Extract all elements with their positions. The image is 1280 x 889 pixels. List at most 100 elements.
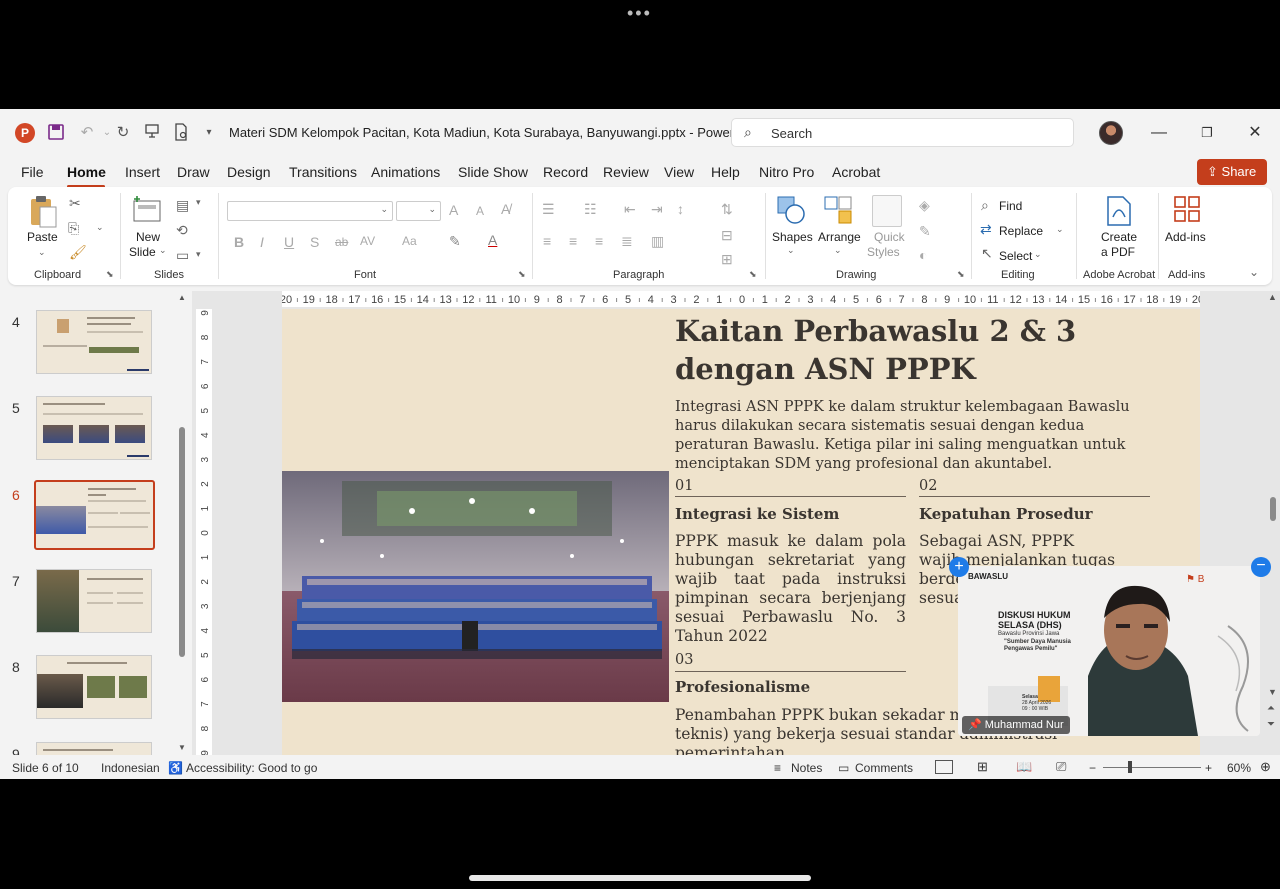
notes-icon[interactable]: ≡ (774, 761, 781, 775)
tab-home[interactable]: Home (67, 164, 106, 180)
find-button[interactable]: Find (999, 199, 1022, 213)
paste-button[interactable]: Paste (27, 230, 58, 244)
shapes-button[interactable]: Shapes (772, 230, 813, 244)
item-body[interactable]: PPPK masuk ke dalam pola hubungan sekret… (675, 532, 906, 646)
tab-transitions[interactable]: Transitions (289, 164, 357, 180)
font-family-select[interactable]: ⌄ (227, 201, 393, 221)
redo-icon[interactable]: ↻ (113, 123, 133, 143)
slide-thumbnail-8[interactable] (36, 655, 152, 719)
fit-to-window-icon[interactable]: ⊕ (1260, 759, 1271, 775)
strikethrough-icon[interactable]: ab (335, 235, 348, 249)
tab-review[interactable]: Review (603, 164, 649, 180)
replace-button[interactable]: Replace (999, 224, 1043, 238)
italic-icon[interactable]: I (260, 234, 264, 250)
layout-icon[interactable]: ▤ (176, 197, 189, 214)
account-avatar[interactable] (1099, 121, 1123, 145)
text-direction-icon[interactable]: ⇅ (721, 201, 733, 218)
bullets-icon[interactable]: ☰ (542, 201, 555, 218)
format-painter-icon[interactable]: 🖌 (69, 244, 87, 261)
slide-sorter-icon[interactable]: ⊞ (977, 759, 988, 775)
quick-styles-label-2[interactable]: Styles (867, 245, 900, 259)
new-slide-label-2[interactable]: Slide (129, 245, 156, 259)
add-ins-button[interactable]: Add-ins (1165, 230, 1206, 244)
previous-slide-icon[interactable]: ⏶ (1267, 703, 1275, 714)
save-icon[interactable] (46, 123, 66, 143)
highlight-icon[interactable]: ✎ (449, 233, 461, 250)
zoom-in-icon[interactable]: + (1205, 761, 1212, 775)
present-icon[interactable] (142, 123, 162, 143)
slide-show-icon[interactable]: ⎚ (1056, 759, 1066, 775)
tab-acrobat[interactable]: Acrobat (832, 164, 880, 180)
clear-formatting-icon[interactable]: A̸ (501, 201, 510, 217)
item-heading[interactable]: Kepatuhan Prosedur (919, 505, 1093, 523)
clipboard-launcher-icon[interactable]: ⬊ (106, 269, 114, 280)
shrink-font-icon[interactable]: A (476, 204, 484, 218)
accessibility-status[interactable]: Accessibility: Good to go (186, 761, 317, 775)
tab-nitro-pro[interactable]: Nitro Pro (759, 164, 814, 180)
canvas-scrollbar[interactable]: ▲ ▼ ⏶ ⏷ (1266, 291, 1280, 755)
select-button[interactable]: Select (999, 249, 1032, 263)
notes-button[interactable]: Notes (791, 761, 822, 775)
section-dropdown-icon[interactable]: ▾ (196, 249, 201, 260)
section-icon[interactable]: ▭ (176, 247, 189, 264)
slide-thumbnail-4[interactable] (36, 310, 152, 374)
shape-effects-icon[interactable]: ◐ (919, 247, 927, 263)
tab-design[interactable]: Design (227, 164, 271, 180)
arrange-button[interactable]: Arrange (818, 230, 861, 244)
create-pdf-label-2[interactable]: a PDF (1101, 245, 1135, 259)
tab-insert[interactable]: Insert (125, 164, 160, 180)
arrange-icon[interactable] (823, 195, 853, 225)
quick-styles-label-1[interactable]: Quick (874, 230, 905, 244)
decrease-indent-icon[interactable]: ⇤ (624, 201, 636, 218)
underline-icon[interactable]: U (284, 234, 294, 250)
increase-indent-icon[interactable]: ⇥ (651, 201, 663, 218)
tab-view[interactable]: View (664, 164, 694, 180)
more-dots-icon[interactable]: ••• (627, 4, 652, 22)
share-button[interactable]: ⇪ Share ⌄ (1197, 159, 1267, 205)
accessibility-icon[interactable]: ♿ (168, 761, 183, 775)
comments-icon[interactable]: ▭ (838, 761, 849, 775)
font-size-select[interactable]: ⌄ (396, 201, 441, 221)
customize-toolbar-icon[interactable]: ▾ (199, 123, 219, 143)
next-slide-icon[interactable]: ⏷ (1267, 719, 1275, 730)
video-call-overlay[interactable]: BAWASLU ⚑ B DISKUSI HUKUM SELASA (DHS) B… (958, 566, 1260, 736)
undo-icon[interactable]: ↶ (77, 123, 97, 143)
tab-file[interactable]: File (21, 164, 44, 180)
add-ins-icon[interactable] (1173, 195, 1201, 223)
comments-button[interactable]: Comments (855, 761, 913, 775)
print-preview-icon[interactable] (171, 123, 191, 143)
justify-icon[interactable]: ≣ (621, 233, 633, 250)
zoom-level[interactable]: 60% (1227, 761, 1251, 775)
expand-video-icon[interactable]: + (949, 557, 969, 577)
zoom-slider-handle[interactable] (1128, 761, 1132, 773)
copy-icon[interactable]: ⎘ (68, 220, 79, 237)
home-indicator[interactable] (469, 875, 811, 881)
slide-title[interactable]: Kaitan Perbawaslu 2 & 3 dengan ASN PPPK (675, 312, 1175, 388)
align-left-icon[interactable]: ≡ (543, 233, 551, 249)
slide-thumbnail-5[interactable] (36, 396, 152, 460)
font-launcher-icon[interactable]: ⬊ (518, 269, 526, 280)
new-slide-icon[interactable] (132, 195, 162, 223)
create-pdf-label-1[interactable]: Create (1101, 230, 1137, 244)
layout-dropdown-icon[interactable]: ▾ (196, 197, 201, 208)
reset-icon[interactable]: ⟲ (176, 222, 188, 239)
scroll-down-icon[interactable]: ▼ (178, 743, 186, 752)
tab-animations[interactable]: Animations (371, 164, 440, 180)
select-icon[interactable]: ↖ (981, 245, 993, 262)
paste-icon[interactable] (28, 195, 58, 229)
scroll-down-icon[interactable]: ▼ (1268, 687, 1277, 697)
normal-view-icon[interactable] (935, 760, 953, 774)
replace-dropdown-icon[interactable]: ⌄ (1056, 224, 1064, 235)
search-box[interactable]: ⌕ Search (731, 118, 1074, 147)
bold-icon[interactable]: B (234, 234, 244, 250)
tab-record[interactable]: Record (543, 164, 588, 180)
line-spacing-icon[interactable]: ↕ (677, 201, 684, 217)
item-heading[interactable]: Profesionalisme (675, 678, 810, 696)
tab-slide-show[interactable]: Slide Show (458, 164, 528, 180)
new-slide-dropdown-icon[interactable]: ⌄ (159, 245, 167, 256)
pin-icon[interactable]: 📌 (968, 719, 982, 731)
slide-thumbnail-6[interactable] (34, 480, 155, 550)
smartart-icon[interactable]: ⊞ (721, 251, 733, 268)
cut-icon[interactable]: ✂ (69, 195, 81, 212)
replace-icon[interactable]: ⇄ (980, 221, 992, 238)
